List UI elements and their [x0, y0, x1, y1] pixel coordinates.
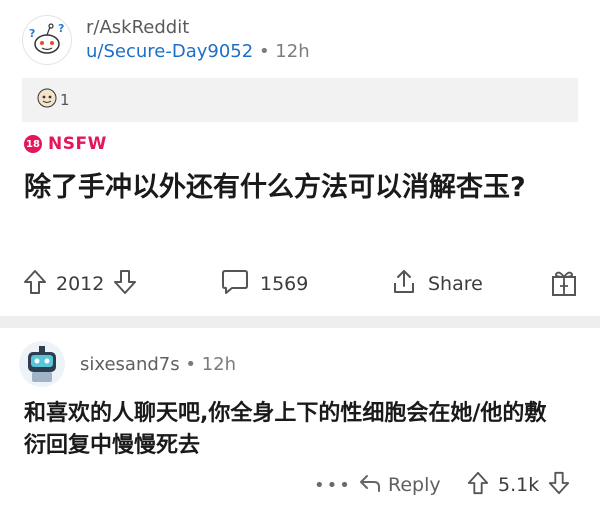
- reply-arrow-icon: [358, 472, 382, 498]
- comment-bubble-icon: [220, 268, 250, 300]
- subreddit-name[interactable]: r/AskReddit: [86, 16, 310, 40]
- post-card: ? ? r/AskReddit u/Secure-Day9052 • 12h 1…: [0, 0, 600, 316]
- post-actions: 2012 1569 Share: [22, 262, 582, 306]
- awards-bar[interactable]: 1: [22, 78, 578, 122]
- post-author-line: u/Secure-Day9052 • 12h: [86, 40, 310, 64]
- post-vote-group: 2012: [22, 268, 138, 300]
- upvote-icon[interactable]: [22, 268, 48, 300]
- share-icon: [390, 268, 418, 300]
- post-author[interactable]: u/Secure-Day9052: [86, 41, 253, 62]
- nsfw-18-icon: 18: [24, 135, 42, 153]
- share-button[interactable]: Share: [390, 268, 483, 300]
- award-count: 1: [60, 91, 70, 109]
- upvote-count: 2012: [56, 273, 105, 295]
- comment-body: 和喜欢的人聊天吧,你全身上下的性细胞会在她/他的敷衍回复中慢慢死去: [24, 401, 547, 458]
- gift-icon[interactable]: [550, 268, 578, 302]
- reply-button[interactable]: Reply: [358, 472, 441, 498]
- upvote-icon[interactable]: [466, 470, 490, 500]
- post-meta: r/AskReddit u/Secure-Day9052 • 12h: [86, 16, 310, 64]
- downvote-icon[interactable]: [112, 268, 138, 300]
- comment-actions: ••• Reply 5.1k: [310, 470, 590, 500]
- meta-separator: •: [258, 41, 270, 62]
- comments-button[interactable]: 1569: [220, 268, 308, 300]
- post-title[interactable]: 除了手冲以外还有什么方法可以消解杏玉?: [24, 170, 564, 206]
- more-options-button[interactable]: •••: [314, 475, 352, 496]
- askreddit-avatar-icon[interactable]: ? ?: [22, 15, 72, 65]
- downvote-icon[interactable]: [547, 470, 571, 500]
- post-time: 12h: [275, 41, 310, 62]
- robot-avatar-icon[interactable]: [18, 340, 66, 388]
- comment-vote-count: 5.1k: [498, 474, 540, 496]
- meta-separator: •: [185, 353, 196, 375]
- share-label: Share: [428, 273, 483, 295]
- comment-vote-group: 5.1k: [466, 470, 571, 500]
- section-divider: [0, 316, 600, 328]
- nsfw-label: NSFW: [48, 134, 107, 154]
- svg-text:?: ?: [29, 27, 35, 40]
- comment-header: sixesand7s • 12h: [18, 340, 236, 388]
- nsfw-tag: 18 NSFW: [24, 134, 107, 154]
- comment-count: 1569: [260, 273, 309, 295]
- comment-time: 12h: [201, 353, 237, 375]
- post-header: ? ? r/AskReddit u/Secure-Day9052 • 12h: [22, 10, 310, 70]
- svg-text:?: ?: [58, 22, 64, 35]
- award-icon: [36, 87, 58, 113]
- comment-author-line: sixesand7s • 12h: [80, 354, 236, 375]
- comment-card: sixesand7s • 12h 和喜欢的人聊天吧,你全身上下的性细胞会在她/他…: [0, 328, 600, 508]
- reply-label: Reply: [388, 474, 441, 496]
- comment-author[interactable]: sixesand7s: [80, 354, 180, 375]
